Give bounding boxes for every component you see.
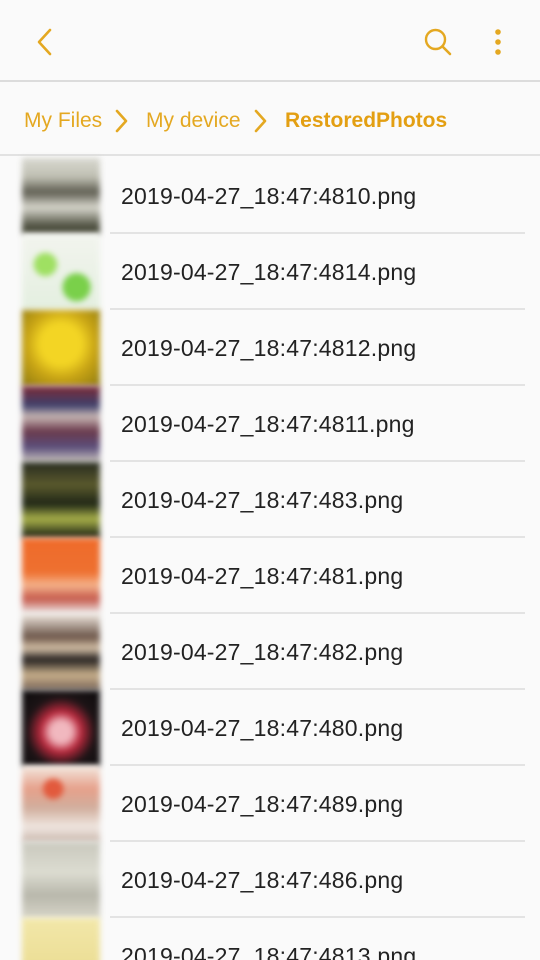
file-list-item[interactable]: 2019-04-27_18:47:482.png (0, 614, 540, 690)
breadcrumb: My Files My device RestoredPhotos (0, 84, 540, 156)
breadcrumb-item-my-device[interactable]: My device (146, 108, 241, 134)
file-name: 2019-04-27_18:47:4812.png (121, 335, 417, 361)
file-list-item[interactable]: 2019-04-27_18:47:480.png (0, 690, 540, 766)
file-list-item[interactable]: 2019-04-27_18:47:4814.png (0, 234, 540, 310)
file-list-item[interactable]: 2019-04-27_18:47:4813.png (0, 918, 540, 960)
more-options-button[interactable] (478, 21, 518, 63)
file-thumbnail (22, 234, 100, 310)
file-name: 2019-04-27_18:47:481.png (121, 563, 404, 589)
top-app-bar (0, 0, 540, 82)
chevron-right-icon (254, 109, 267, 133)
file-name: 2019-04-27_18:47:480.png (121, 715, 404, 741)
file-list-item[interactable]: 2019-04-27_18:47:4810.png (0, 158, 540, 234)
search-button[interactable] (416, 21, 460, 63)
file-name: 2019-04-27_18:47:4811.png (121, 411, 415, 437)
chevron-right-icon (115, 109, 128, 133)
breadcrumb-item-my-files[interactable]: My Files (24, 108, 102, 134)
file-name: 2019-04-27_18:47:4813.png (121, 943, 417, 960)
file-thumbnail (22, 310, 100, 386)
file-name: 2019-04-27_18:47:489.png (121, 791, 404, 817)
file-thumbnail (22, 538, 100, 614)
file-thumbnail (22, 842, 100, 918)
chevron-left-icon (37, 28, 52, 56)
file-thumbnail (22, 690, 100, 766)
file-thumbnail (22, 158, 100, 234)
breadcrumb-item-restoredphotos: RestoredPhotos (285, 109, 448, 132)
search-icon (424, 28, 452, 56)
file-thumbnail (22, 918, 100, 960)
file-list-item[interactable]: 2019-04-27_18:47:481.png (0, 538, 540, 614)
file-name: 2019-04-27_18:47:482.png (121, 639, 404, 665)
more-vertical-icon (495, 29, 501, 55)
back-button[interactable] (24, 21, 66, 63)
file-list-item[interactable]: 2019-04-27_18:47:486.png (0, 842, 540, 918)
file-list-item[interactable]: 2019-04-27_18:47:4812.png (0, 310, 540, 386)
file-list-item[interactable]: 2019-04-27_18:47:4811.png (0, 386, 540, 462)
file-thumbnail (22, 462, 100, 538)
file-thumbnail (22, 386, 100, 462)
file-name: 2019-04-27_18:47:4810.png (121, 183, 417, 209)
file-list-item[interactable]: 2019-04-27_18:47:483.png (0, 462, 540, 538)
file-name: 2019-04-27_18:47:486.png (121, 867, 404, 893)
file-thumbnail (22, 766, 100, 842)
file-thumbnail (22, 614, 100, 690)
file-list: 2019-04-27_18:47:4810.png 2019-04-27_18:… (0, 158, 540, 960)
file-list-item[interactable]: 2019-04-27_18:47:489.png (0, 766, 540, 842)
file-name: 2019-04-27_18:47:4814.png (121, 259, 417, 285)
file-name: 2019-04-27_18:47:483.png (121, 487, 404, 513)
file-browser-screen: My Files My device RestoredPhotos 2019-0… (0, 0, 540, 960)
